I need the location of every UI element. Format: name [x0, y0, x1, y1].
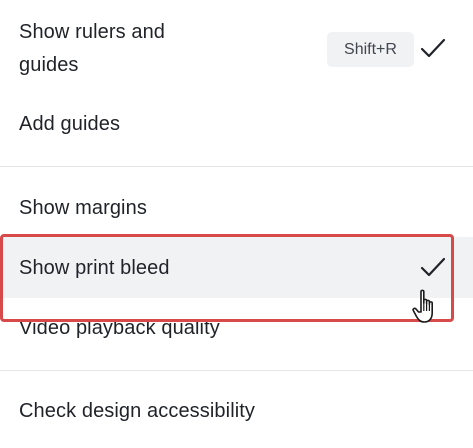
menu-item-show-print-bleed[interactable]: Show print bleed — [0, 237, 473, 298]
menu-divider — [0, 166, 473, 167]
keyboard-shortcut-badge: Shift+R — [327, 32, 414, 67]
menu-item-show-rulers-and-guides[interactable]: Show rulers and guides Shift+R — [0, 0, 473, 104]
menu-item-video-playback-quality[interactable]: Video playback quality — [0, 298, 473, 356]
hand-pointer-icon — [412, 289, 433, 323]
menu-item-label: Check design accessibility — [19, 400, 256, 422]
menu-item-label: Show rulers and guides — [19, 21, 166, 76]
menu-item-label: Video playback quality — [19, 317, 220, 339]
menu-item-show-margins[interactable]: Show margins — [0, 186, 473, 234]
menu-item-add-guides[interactable]: Add guides — [0, 104, 473, 152]
menu-item-label: Show print bleed — [19, 257, 170, 279]
check-icon — [420, 257, 446, 277]
menu-item-check-design-accessibility[interactable]: Check design accessibility — [0, 384, 473, 440]
view-settings-menu: Show rulers and guides Shift+R Add guide… — [0, 0, 473, 448]
menu-divider — [0, 370, 473, 371]
check-icon — [420, 38, 446, 58]
menu-item-label: Add guides — [19, 113, 121, 135]
menu-item-label: Show margins — [19, 197, 147, 219]
